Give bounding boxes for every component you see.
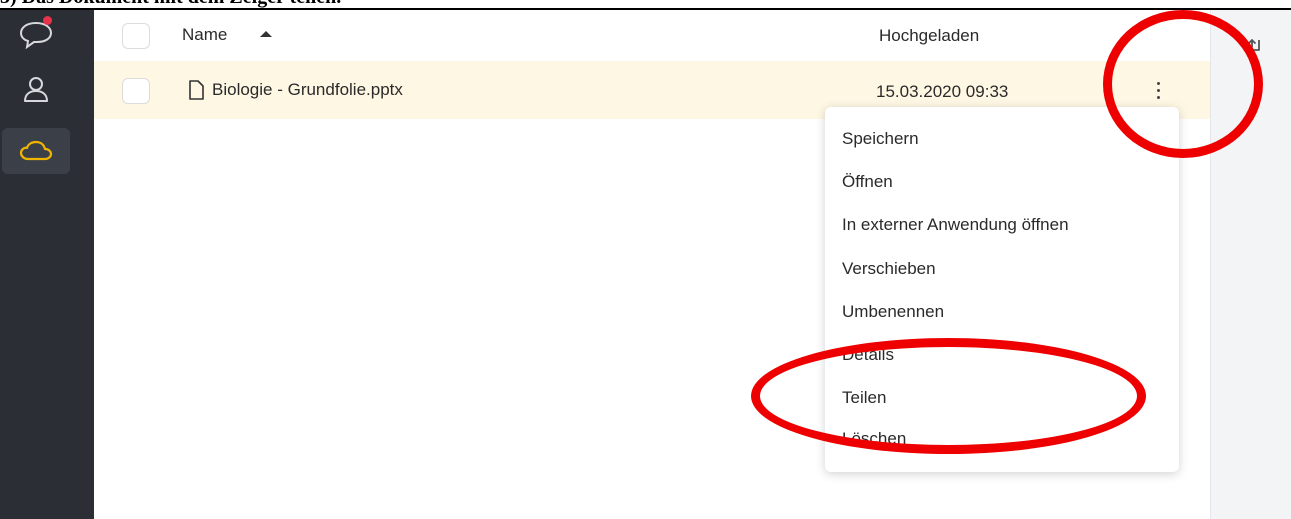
app-sidebar [0,10,94,519]
upload-icon[interactable] [1241,32,1263,54]
sidebar-item-profile[interactable] [2,66,70,112]
context-menu: Speichern Öffnen In externer Anwendung ö… [825,107,1179,472]
select-all-checkbox[interactable] [122,23,150,49]
row-checkbox[interactable] [122,78,150,104]
menu-item-teilen[interactable]: Teilen [842,388,886,408]
person-icon [24,77,48,102]
more-options-icon[interactable] [1148,76,1168,104]
file-icon [189,80,204,100]
menu-item-oeffnen[interactable]: Öffnen [842,172,893,192]
right-panel [1210,10,1291,519]
menu-item-extern-oeffnen[interactable]: In externer Anwendung öffnen [842,215,1069,235]
sort-ascending-icon [260,31,272,37]
file-upload-date: 15.03.2020 09:33 [876,82,1009,101]
column-header-uploaded[interactable]: Hochgeladen [879,26,979,46]
file-name[interactable]: Biologie - Grundfolie.pptx [212,80,403,100]
notification-dot [43,16,52,25]
table-header: Name Hochgeladen [94,10,1210,61]
cloud-icon [19,140,53,161]
column-header-name[interactable]: Name [182,25,227,45]
menu-item-details[interactable]: Details [842,345,894,365]
menu-item-verschieben[interactable]: Verschieben [842,259,936,279]
sidebar-item-chat[interactable] [2,12,70,58]
menu-item-speichern[interactable]: Speichern [842,129,919,149]
menu-item-umbenennen[interactable]: Umbenennen [842,302,944,322]
document-heading: 3) Das Dokument mit dem Zeiger teilen. [0,0,1291,8]
sidebar-item-cloud[interactable] [2,128,70,174]
menu-item-loeschen[interactable]: Löschen [842,429,906,449]
